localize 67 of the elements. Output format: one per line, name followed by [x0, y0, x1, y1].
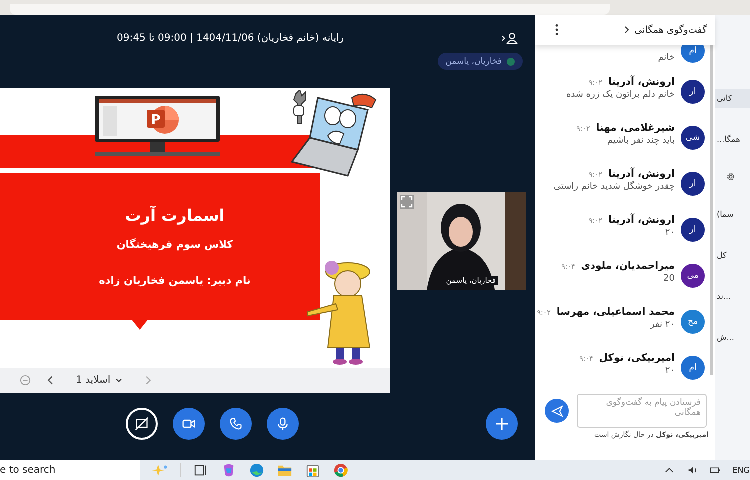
phone-icon [229, 416, 243, 430]
sender-name: میراحمدیان، ملودی [581, 261, 675, 272]
sender-name: ارونش، آدرینا [608, 77, 675, 88]
user-avatar: ام [681, 356, 705, 380]
user-avatar: ار [681, 218, 705, 242]
panel-item[interactable]: سما) [715, 205, 750, 224]
user-avatar: می [681, 264, 705, 288]
monitor-drawing: P [95, 96, 220, 158]
user-avatar: شی [681, 126, 705, 150]
phone-button[interactable] [220, 408, 252, 440]
actions-button[interactable] [486, 408, 518, 440]
meeting-title: رایانه (خانم فخاریان) 1404/11/06 | 09:00 تا 09:45 [117, 32, 344, 44]
message-input[interactable]: فرستادن پیام به گفت‌وگوی همگانی [577, 394, 707, 428]
slide-subtitle: کلاس سوم فرهیختگان [116, 239, 234, 251]
camera-button[interactable] [173, 408, 205, 440]
chrome-browser-icon[interactable] [333, 462, 349, 478]
send-icon [550, 404, 564, 418]
chat-title[interactable]: گفت‌وگوی همگانی [624, 24, 707, 36]
dropdown-caret-icon [114, 376, 123, 384]
message-text: 20 [662, 274, 675, 284]
slide-title: اسمارت آرت [124, 206, 225, 225]
settings-icon[interactable] [725, 171, 737, 183]
volume-icon[interactable] [686, 464, 698, 476]
sender-name: امیربیکی، نوکل [599, 353, 675, 364]
more-options-icon[interactable] [555, 24, 559, 36]
battery-icon[interactable] [710, 464, 721, 476]
user-avatar: مح [681, 310, 705, 334]
talking-indicator: فخاریان، یاسمن [438, 53, 523, 70]
panel-item[interactable]: ...ند [715, 287, 750, 306]
panel-item[interactable]: ...ش [715, 328, 750, 347]
fullscreen-icon[interactable] [400, 194, 414, 208]
user-avatar: ار [681, 80, 705, 104]
send-button[interactable] [545, 399, 569, 423]
panel-item[interactable]: کانی [715, 89, 750, 108]
address-field[interactable] [10, 4, 610, 15]
user-avatar: ار [681, 172, 705, 196]
message-text: چقدر خوشگل شدید خانم راستی [554, 182, 675, 192]
sender-name: شیرغلامی، مهنا [596, 123, 675, 134]
message-text: ۲۰ نفر [649, 320, 675, 330]
store-icon[interactable] [305, 462, 321, 478]
sender-name: ارونش، آدرینا [608, 169, 675, 180]
chevron-icon [624, 26, 630, 34]
microphone-icon [276, 416, 290, 430]
message-text: خانم [658, 53, 675, 63]
plus-icon [494, 416, 510, 432]
user-avatar: ام [681, 45, 705, 63]
panel-item[interactable]: کل [715, 246, 750, 265]
message-text: ۲۰ [664, 228, 675, 238]
message-text: ۲۰ [664, 366, 675, 376]
screen-share-button[interactable] [126, 408, 158, 440]
sender-name: محمد اسماعیلی، مهرسا [556, 307, 675, 318]
users-toggle-icon[interactable] [501, 32, 519, 44]
task-view-icon[interactable] [193, 462, 209, 478]
screen-share-off-icon [135, 416, 149, 430]
panel-item[interactable]: همگا... [715, 130, 750, 149]
taskbar-search[interactable]: e to search [0, 460, 140, 480]
message-text: باید چند نفر باشیم [606, 136, 675, 146]
sparkle-icon [152, 462, 168, 478]
message-text: خانم دلم براتون یک زره شده [566, 90, 675, 100]
previous-slide-icon[interactable] [45, 375, 56, 386]
microphone-button[interactable] [267, 408, 299, 440]
language-indicator[interactable]: ENG [732, 466, 750, 474]
scrollbar[interactable] [710, 45, 713, 375]
slide-selector[interactable]: اسلاید 1 [70, 375, 129, 386]
slide-teacher: نام دبیر: یاسمن فخاریان زاده [98, 275, 251, 287]
edge-browser-icon[interactable] [249, 462, 265, 478]
sender-name: ارونش، آدرینا [608, 215, 675, 226]
